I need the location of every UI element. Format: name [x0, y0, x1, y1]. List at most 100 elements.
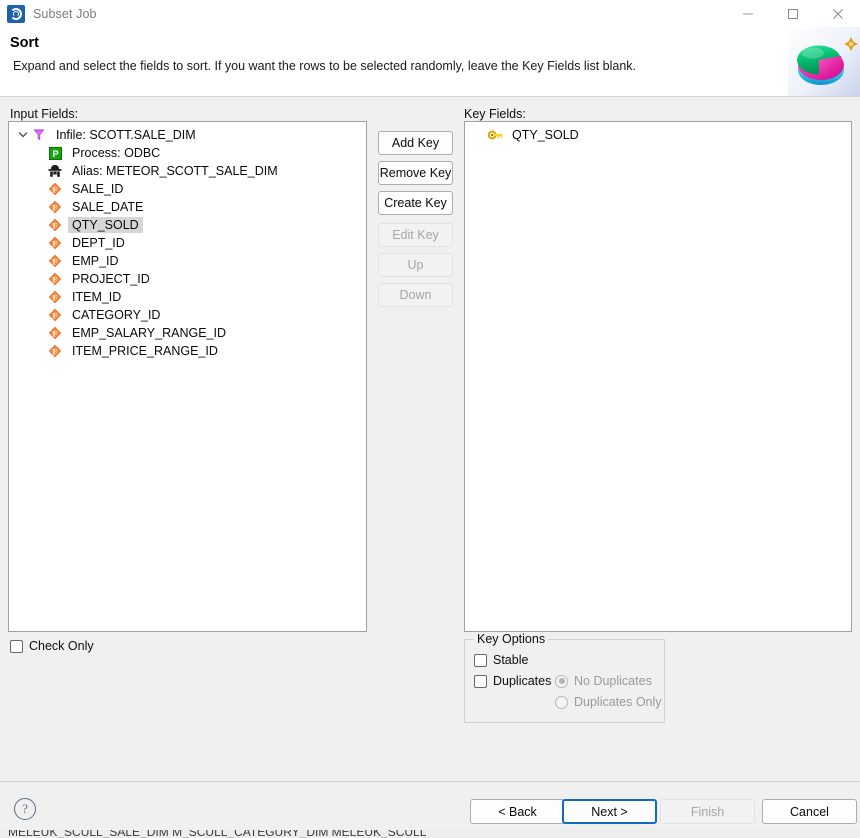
chevron-down-icon[interactable] [15, 127, 31, 143]
funnel-icon [31, 127, 47, 143]
tree-root: Infile: SCOTT.SALE_DIM P Process: ODBC Alia… [9, 122, 366, 360]
tree-item[interactable]: F EMP_ID [9, 252, 366, 270]
key-options-group: Key Options Stable Duplicates No Duplica… [464, 632, 665, 723]
tree-item-label: Alias: METEOR_SCOTT_SALE_DIM [72, 164, 278, 178]
svg-text:F: F [52, 184, 57, 194]
no-duplicates-radio[interactable]: No Duplicates [555, 674, 652, 688]
field-icon: F [47, 343, 63, 359]
svg-text:P: P [52, 149, 59, 160]
tree-item[interactable]: F EMP_SALARY_RANGE_ID [9, 324, 366, 342]
stable-box[interactable] [474, 653, 487, 667]
duplicates-only-radio-dot[interactable] [555, 695, 568, 709]
close-icon[interactable] [815, 0, 860, 27]
field-icon: F [47, 235, 63, 251]
tree-item[interactable]: F SALE_DATE [9, 198, 366, 216]
tree-item-label: EMP_SALARY_RANGE_ID [72, 326, 226, 340]
key-fields-label: Key Fields: [464, 107, 526, 121]
svg-text:F: F [52, 238, 57, 248]
key-icon [487, 127, 503, 143]
duplicates-only-radio[interactable]: Duplicates Only [555, 695, 662, 709]
edit-key-button: Edit Key [378, 223, 453, 247]
key-fields-list[interactable]: QTY_SOLD [464, 121, 852, 632]
tree-item-label: SALE_DATE [72, 200, 144, 214]
dialog-body: Input Fields: Key Fields: Infile: SCOTT.… [0, 97, 860, 781]
duplicates-box[interactable] [474, 674, 487, 688]
tree-item-label: Process: ODBC [72, 146, 161, 160]
check-only-box[interactable] [10, 639, 23, 653]
svg-text:F: F [52, 220, 57, 230]
stable-checkbox[interactable]: Stable [474, 653, 528, 667]
field-icon: F [47, 181, 63, 197]
tree-item-label: SALE_ID [72, 182, 124, 196]
tree-item-label: Infile: SCOTT.SALE_DIM [56, 128, 196, 142]
field-icon: F [47, 217, 63, 233]
duplicates-label: Duplicates [493, 674, 552, 688]
tree-item[interactable]: F QTY_SOLD [9, 216, 366, 234]
tree-item[interactable]: F ITEM_PRICE_RANGE_ID [9, 342, 366, 360]
svg-text:F: F [52, 274, 57, 284]
stable-label: Stable [493, 653, 529, 667]
subset-job-dialog: Subset Job Sort Expand and select the fi… [0, 0, 860, 838]
page-description: Expand and select the fields to sort. If… [13, 59, 637, 73]
window-controls [725, 0, 860, 27]
check-only-label: Check Only [29, 639, 94, 653]
maximize-icon[interactable] [770, 0, 815, 27]
duplicates-checkbox[interactable]: Duplicates [474, 674, 551, 688]
tree-item-label: CATEGORY_ID [72, 308, 161, 322]
duplicates-only-label: Duplicates Only [574, 695, 662, 709]
field-icon: F [47, 253, 63, 269]
svg-text:F: F [52, 292, 57, 302]
create-key-button[interactable]: Create Key [378, 191, 453, 215]
back-button[interactable]: < Back [470, 799, 565, 824]
window-title: Subset Job [33, 6, 97, 21]
tree-item-label: EMP_ID [72, 254, 119, 268]
tree-item-label: PROJECT_ID [72, 272, 150, 286]
tree-item[interactable]: F DEPT_ID [9, 234, 366, 252]
help-icon[interactable]: ? [14, 798, 36, 820]
check-only-checkbox[interactable]: Check Only [10, 639, 94, 653]
svg-text:F: F [52, 310, 57, 320]
svg-text:F: F [52, 256, 57, 266]
remove-key-button[interactable]: Remove Key [378, 161, 453, 185]
tree-item[interactable]: F CATEGORY_ID [9, 306, 366, 324]
dialog-header: Sort Expand and select the fields to sor… [0, 27, 860, 96]
alias-icon [47, 163, 63, 179]
key-field-item[interactable]: QTY_SOLD [465, 126, 851, 144]
key-list-root: QTY_SOLD [465, 122, 851, 144]
tree-item[interactable]: F SALE_ID [9, 180, 366, 198]
tree-item[interactable]: Alias: METEOR_SCOTT_SALE_DIM [9, 162, 366, 180]
add-key-button[interactable]: Add Key [378, 131, 453, 155]
key-options-title: Key Options [474, 632, 549, 646]
cancel-button[interactable]: Cancel [762, 799, 857, 824]
next-button[interactable]: Next > [562, 799, 657, 824]
minimize-icon[interactable] [725, 0, 770, 27]
page-title: Sort [10, 35, 39, 51]
pie-sphere-logo-icon [788, 27, 860, 96]
input-fields-tree[interactable]: Infile: SCOTT.SALE_DIM P Process: ODBC Alia… [8, 121, 367, 632]
field-icon: F [47, 199, 63, 215]
no-duplicates-radio-dot[interactable] [555, 674, 568, 688]
svg-text:F: F [52, 346, 57, 356]
finish-button: Finish [660, 799, 755, 824]
no-duplicates-label: No Duplicates [574, 674, 652, 688]
tree-item[interactable]: P Process: ODBC [9, 144, 366, 162]
tree-item[interactable]: Infile: SCOTT.SALE_DIM [9, 126, 366, 144]
title-bar: Subset Job [0, 0, 860, 27]
tree-item-label: QTY_SOLD [68, 217, 143, 233]
field-icon: F [47, 289, 63, 305]
tree-item-label: ITEM_PRICE_RANGE_ID [72, 344, 218, 358]
app-logo-icon [7, 4, 25, 23]
tree-item[interactable]: F ITEM_ID [9, 288, 366, 306]
tree-item[interactable]: F PROJECT_ID [9, 270, 366, 288]
tree-item-label: ITEM_ID [72, 290, 122, 304]
